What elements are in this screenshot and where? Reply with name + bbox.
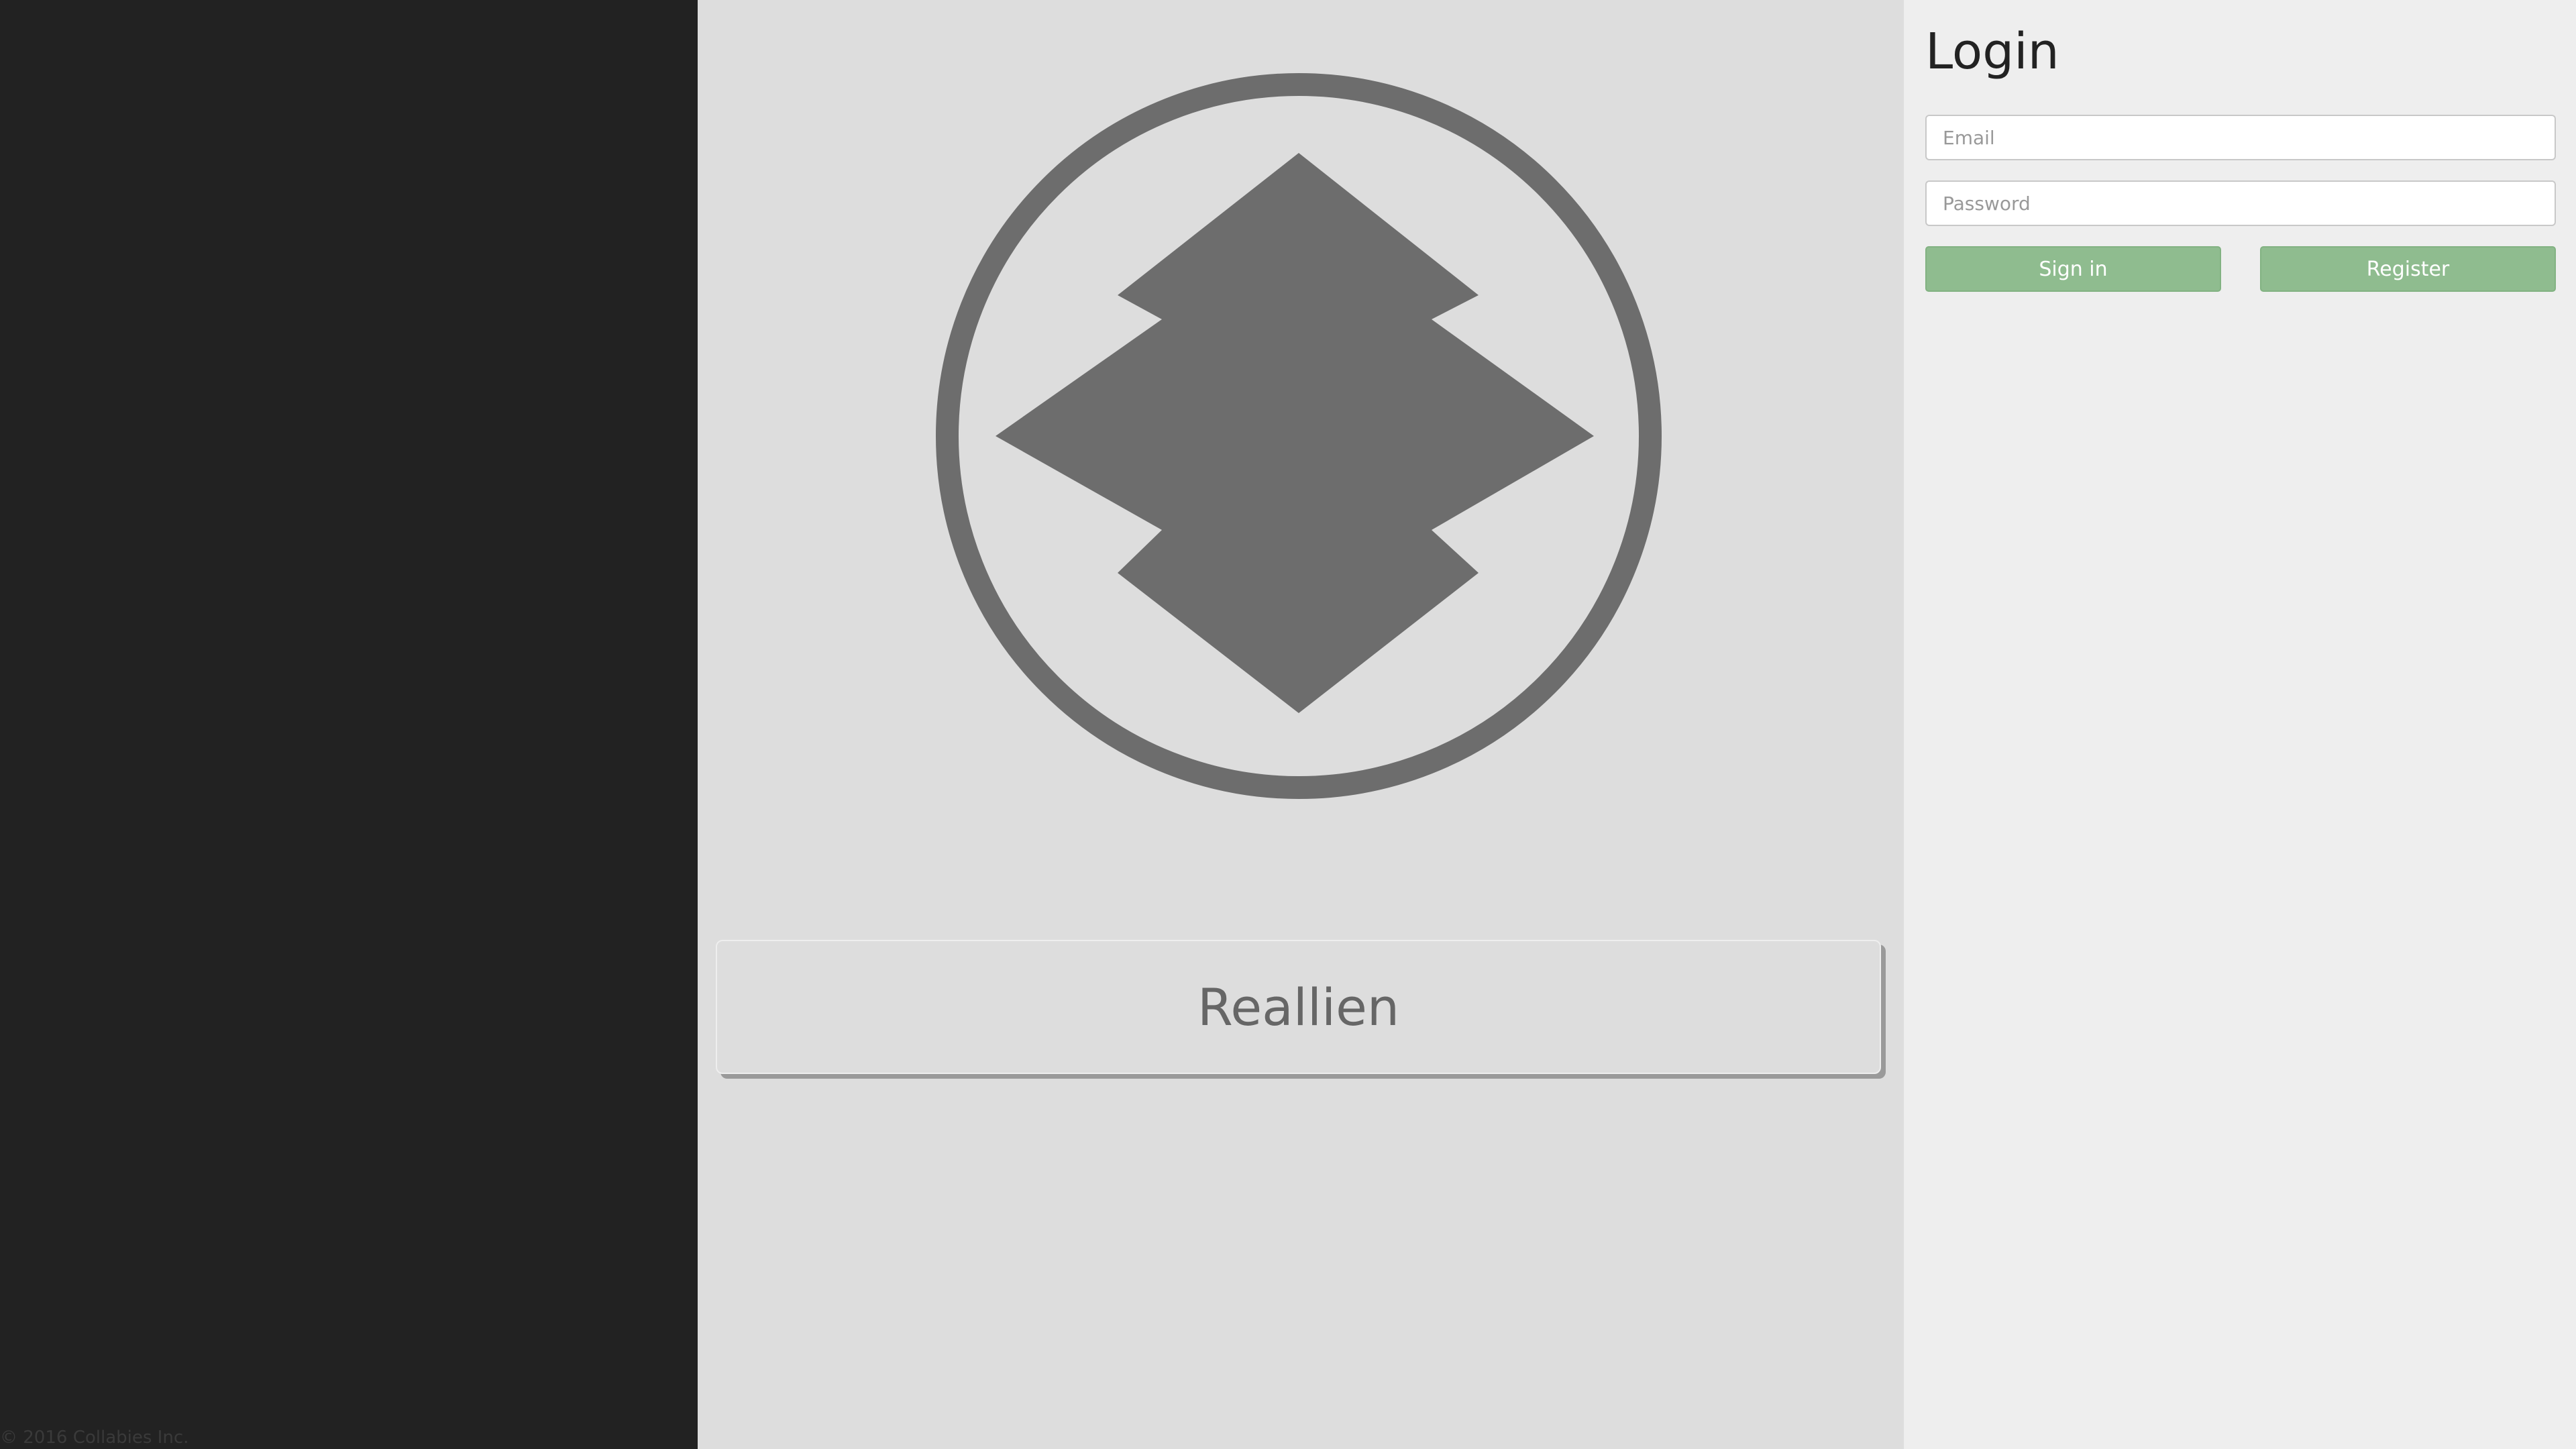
password-field[interactable] (1925, 180, 2556, 226)
reallien-logo-icon (935, 72, 1662, 800)
app-name: Reallien (1197, 977, 1399, 1037)
sidebar: © 2016 Collabies Inc. (0, 0, 698, 1449)
login-title: Login (1925, 23, 2059, 80)
sign-in-button[interactable]: Sign in (1925, 246, 2221, 292)
app-root: © 2016 Collabies Inc. Reallien Login Sig… (0, 0, 2576, 1449)
app-name-card: Reallien (716, 940, 1881, 1074)
main-content: Reallien (698, 0, 1904, 1449)
copyright-text: © 2016 Collabies Inc. (0, 1428, 189, 1448)
login-panel: Login Sign in Register (1904, 0, 2576, 1449)
email-field[interactable] (1925, 115, 2556, 160)
register-button[interactable]: Register (2260, 246, 2556, 292)
